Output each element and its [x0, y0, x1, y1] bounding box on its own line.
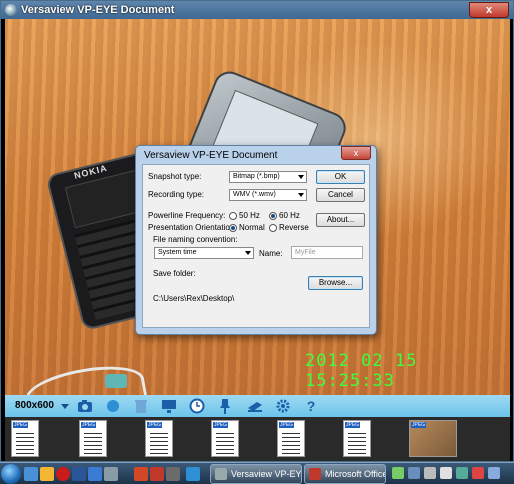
- dialog-body: Snapshot type: Bitmap (*.bmp) OK Recordi…: [142, 164, 370, 328]
- help-icon[interactable]: ?: [303, 398, 319, 414]
- quicklaunch-icon[interactable]: [150, 467, 164, 481]
- tray-icon[interactable]: [392, 467, 404, 479]
- chevron-down-icon: [298, 175, 304, 179]
- chevron-down-icon: [245, 251, 251, 255]
- taskbar-item-office[interactable]: Microsoft Office...: [304, 464, 386, 484]
- recording-type-label: Recording type:: [148, 190, 205, 199]
- powerpoint-icon[interactable]: [134, 467, 148, 481]
- tray-icon[interactable]: [488, 467, 500, 479]
- timestamp-overlay: 2012 02 15 15:25:33: [305, 351, 418, 391]
- thumbnail[interactable]: JPEG: [79, 420, 107, 457]
- settings-gear-icon[interactable]: [275, 398, 291, 414]
- freq-60-radio[interactable]: [269, 212, 277, 220]
- dialog-title: Versaview VP-EYE Document: [144, 150, 278, 161]
- camera-icon[interactable]: [77, 398, 93, 414]
- browse-button[interactable]: Browse...: [308, 276, 363, 290]
- thumbnail[interactable]: JPEG: [145, 420, 173, 457]
- file-naming-label: File naming convention:: [153, 235, 238, 244]
- about-button[interactable]: About...: [316, 213, 365, 227]
- name-label: Name:: [259, 249, 283, 258]
- close-button[interactable]: x: [469, 2, 509, 18]
- clock-icon[interactable]: [189, 398, 205, 414]
- name-input[interactable]: MyFile: [291, 246, 363, 259]
- tray-icon[interactable]: [456, 467, 468, 479]
- orientation-label: Presentation Orientation:: [148, 223, 237, 232]
- title-bar: Versaview VP-EYE Document x: [1, 1, 513, 19]
- save-folder-label: Save folder:: [153, 269, 196, 278]
- tray-icon[interactable]: [472, 467, 484, 479]
- office-icon: [309, 468, 321, 480]
- folder-icon[interactable]: [40, 467, 54, 481]
- resolution-label: 800x600: [15, 400, 54, 411]
- thumbnail-strip: JPEG JPEG JPEG JPEG JPEG JPEG JPEG: [5, 417, 510, 461]
- powerline-frequency-label: Powerline Frequency:: [148, 211, 226, 220]
- quicklaunch-icon[interactable]: [24, 467, 38, 481]
- word-icon[interactable]: [72, 467, 86, 481]
- freq-50-radio[interactable]: [229, 212, 237, 220]
- scanner-icon[interactable]: [247, 398, 263, 414]
- opera-icon[interactable]: [56, 467, 70, 481]
- tray-icon[interactable]: [424, 467, 436, 479]
- thumbnail[interactable]: JPEG: [409, 420, 457, 457]
- orient-normal-label: Normal: [239, 223, 265, 232]
- freq-60-label: 60 Hz: [279, 211, 300, 220]
- quicklaunch-icon[interactable]: [88, 467, 102, 481]
- app-icon: [5, 4, 17, 16]
- snapshot-type-label: Snapshot type:: [148, 172, 202, 181]
- tray-icon[interactable]: [408, 467, 420, 479]
- monitor-icon[interactable]: [161, 398, 177, 414]
- freq-50-label: 50 Hz: [239, 211, 260, 220]
- ok-button[interactable]: OK: [316, 170, 365, 184]
- taskbar-item-versaview[interactable]: Versaview VP-EYE...: [210, 464, 302, 484]
- cable-image: [22, 358, 148, 395]
- toolbar: 800x600 ?: [5, 395, 510, 417]
- tray-icon[interactable]: [440, 467, 452, 479]
- thumbnail[interactable]: JPEG: [343, 420, 371, 457]
- resolution-dropdown-icon[interactable]: [61, 404, 69, 409]
- app-window: Versaview VP-EYE Document x NOKIA 2012 0…: [0, 0, 514, 462]
- dialog-close-button[interactable]: x: [341, 146, 371, 160]
- thumbnail[interactable]: JPEG: [211, 420, 239, 457]
- orient-reverse-radio[interactable]: [269, 224, 277, 232]
- cancel-button[interactable]: Cancel: [316, 188, 365, 202]
- recording-type-select[interactable]: WMV (*.wmv): [229, 189, 307, 201]
- trash-icon[interactable]: [133, 398, 149, 414]
- settings-dialog: Versaview VP-EYE Document x Snapshot typ…: [135, 145, 377, 335]
- record-icon[interactable]: [105, 398, 121, 414]
- thumbnail[interactable]: JPEG: [11, 420, 39, 457]
- orient-reverse-label: Reverse: [279, 223, 309, 232]
- thumbnail[interactable]: JPEG: [277, 420, 305, 457]
- quicklaunch-icon[interactable]: [186, 467, 200, 481]
- file-naming-select[interactable]: System time: [154, 247, 254, 259]
- snapshot-type-select[interactable]: Bitmap (*.bmp): [229, 171, 307, 183]
- quicklaunch-icon[interactable]: [166, 467, 180, 481]
- orient-normal-radio[interactable]: [229, 224, 237, 232]
- pin-icon[interactable]: [217, 398, 233, 414]
- window-title: Versaview VP-EYE Document: [21, 4, 175, 16]
- taskbar: Versaview VP-EYE... Microsoft Office...: [0, 462, 514, 484]
- save-folder-path: C:\Users\Rex\Desktop\: [153, 294, 235, 303]
- quicklaunch-icon[interactable]: [104, 467, 118, 481]
- chevron-down-icon: [298, 193, 304, 197]
- start-button[interactable]: [1, 464, 21, 484]
- camera-app-icon: [215, 468, 227, 480]
